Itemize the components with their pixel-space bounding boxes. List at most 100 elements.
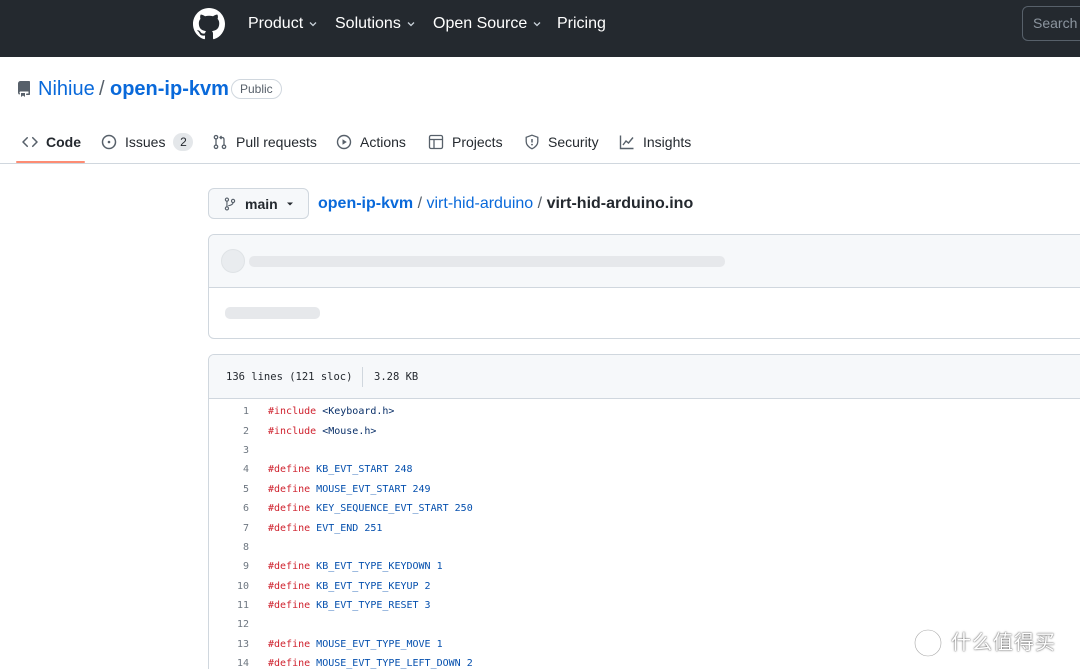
nav-label: Product: [248, 15, 304, 32]
code-line: 3: [209, 441, 1080, 460]
line-number[interactable]: 2: [209, 426, 249, 437]
code-token: #define: [268, 522, 311, 534]
skeleton-line: [249, 256, 725, 267]
code-token: 3: [418, 600, 431, 612]
repo-owner-link[interactable]: Nihiue: [38, 77, 95, 101]
code-token: <Keyboard.h>: [316, 406, 395, 418]
code-token: 1: [430, 561, 443, 573]
line-content: #define KB_EVT_TYPE_KEYUP 2: [268, 581, 431, 592]
tab-actions[interactable]: Actions: [336, 130, 406, 154]
code-line: 14 #define MOUSE_EVT_TYPE_LEFT_DOWN 2: [209, 654, 1080, 669]
nav-pricing[interactable]: Pricing: [557, 14, 606, 34]
code-line: 13 #define MOUSE_EVT_TYPE_MOVE 1: [209, 635, 1080, 654]
graph-icon: [619, 135, 634, 150]
file-line-count: 136 lines (121 sloc): [226, 371, 353, 383]
code-token: KB_EVT_TYPE_RESET: [310, 600, 419, 612]
line-number[interactable]: 3: [209, 445, 249, 456]
tab-insights[interactable]: Insights: [619, 130, 691, 154]
chevron-down-icon: [533, 22, 541, 27]
code-line: 8: [209, 538, 1080, 557]
breadcrumb-file: virt-hid-arduino.ino: [546, 195, 694, 212]
code-token: 248: [388, 464, 413, 476]
line-number[interactable]: 10: [209, 581, 249, 592]
nav-product[interactable]: Product: [248, 14, 318, 34]
line-content: #define MOUSE_EVT_TYPE_LEFT_DOWN 2: [268, 658, 473, 669]
watermark-text: 什么值得买: [951, 632, 1056, 654]
line-content: #define KB_EVT_START 248: [268, 464, 413, 475]
code-token: KB_EVT_START: [310, 464, 389, 476]
github-logo-icon[interactable]: [193, 8, 225, 40]
code-token: 2: [460, 658, 473, 669]
line-number[interactable]: 4: [209, 464, 249, 475]
code-token: KEY_SEQUENCE_EVT_START: [310, 503, 449, 515]
line-content: #define EVT_END 251: [268, 523, 382, 534]
code-lines: 1 #include <Keyboard.h> 2 #include <Mouse.h…: [209, 399, 1080, 669]
line-content: #define KB_EVT_TYPE_KEYDOWN 1: [268, 561, 443, 572]
file-info-divider: [362, 367, 363, 387]
line-number[interactable]: 8: [209, 542, 249, 553]
breadcrumb-repo-link[interactable]: open-ip-kvm: [318, 195, 413, 212]
tab-issues[interactable]: Issues 2: [101, 130, 194, 154]
tab-label: Issues: [125, 134, 166, 150]
line-number[interactable]: 6: [209, 503, 249, 514]
line-content: #define KEY_SEQUENCE_EVT_START 250: [268, 503, 473, 514]
code-line: 5 #define MOUSE_EVT_START 249: [209, 480, 1080, 499]
caret-down-icon: [286, 202, 293, 205]
file-size: 3.28 KB: [374, 371, 419, 383]
line-number[interactable]: 7: [209, 523, 249, 534]
code-line: 10 #define KB_EVT_TYPE_KEYUP 2: [209, 577, 1080, 596]
code-line: 12: [209, 615, 1080, 634]
code-token: #define: [268, 638, 311, 650]
chevron-down-icon: [309, 22, 317, 27]
zhi-logo-icon: [913, 628, 943, 658]
tab-pull-requests[interactable]: Pull requests: [212, 130, 317, 154]
code-token: 2: [418, 580, 431, 592]
issue-icon: [101, 134, 117, 150]
code-icon: [22, 136, 38, 148]
branch-select-button[interactable]: main: [208, 188, 309, 219]
line-number[interactable]: 11: [209, 600, 249, 611]
line-number[interactable]: 13: [209, 639, 249, 650]
code-token: MOUSE_EVT_START: [310, 483, 407, 495]
visibility-badge: Public: [231, 79, 282, 99]
tab-projects[interactable]: Projects: [428, 130, 503, 154]
code-token: 1: [430, 638, 443, 650]
file-header: 136 lines (121 sloc) 3.28 KB: [209, 355, 1080, 399]
code-token: #define: [268, 503, 311, 515]
line-number[interactable]: 1: [209, 406, 249, 417]
code-line: 4 #define KB_EVT_START 248: [209, 460, 1080, 479]
code-token: KB_EVT_TYPE_KEYDOWN: [310, 561, 431, 573]
tab-label: Projects: [452, 134, 503, 150]
pull-request-icon: [213, 134, 227, 150]
code-token: KB_EVT_TYPE_KEYUP: [310, 580, 419, 592]
repo-path-separator: /: [99, 78, 105, 100]
nav-open-source[interactable]: Open Source: [433, 14, 542, 34]
line-content: #define KB_EVT_TYPE_RESET 3: [268, 600, 431, 611]
nav-solutions[interactable]: Solutions: [335, 14, 416, 34]
code-token: #define: [268, 561, 311, 573]
tab-label: Insights: [643, 134, 692, 150]
line-content: #include <Mouse.h>: [268, 426, 376, 437]
repo-name-link[interactable]: open-ip-kvm: [110, 77, 229, 101]
code-token: MOUSE_EVT_TYPE_MOVE: [310, 638, 431, 650]
nav-label: Solutions: [335, 15, 401, 32]
table-icon: [428, 134, 444, 150]
code-token: 249: [406, 483, 431, 495]
line-number[interactable]: 9: [209, 561, 249, 572]
code-token: 250: [448, 503, 473, 515]
line-number[interactable]: 5: [209, 484, 249, 495]
breadcrumb-dir-link[interactable]: virt-hid-arduino: [426, 195, 533, 212]
search-input[interactable]: Search: [1022, 6, 1080, 41]
code-token: #define: [268, 600, 311, 612]
tab-code[interactable]: Code: [22, 130, 81, 154]
line-number[interactable]: 12: [209, 619, 249, 630]
code-line: 1 #include <Keyboard.h>: [209, 402, 1080, 421]
line-content: #include <Keyboard.h>: [268, 406, 394, 417]
repo-icon: [17, 81, 30, 97]
tabs-divider: [0, 163, 1080, 164]
tab-label: Security: [548, 134, 599, 150]
line-number[interactable]: 14: [209, 658, 249, 669]
file-viewer: 136 lines (121 sloc) 3.28 KB 1 #include <…: [208, 354, 1080, 669]
play-icon: [336, 134, 352, 150]
tab-security[interactable]: Security: [524, 130, 599, 154]
